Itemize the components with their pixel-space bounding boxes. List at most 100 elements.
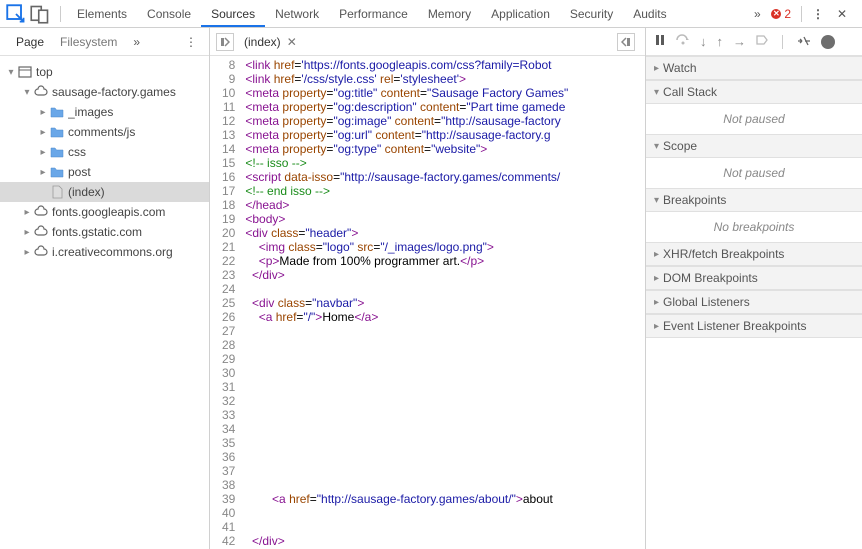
code-area[interactable]: 8910111213141516171819202122232425262728… bbox=[210, 56, 645, 549]
cloud-icon bbox=[34, 245, 48, 259]
debugger-pane-header[interactable]: ▾ Breakpoints bbox=[646, 188, 862, 212]
debugger-pane-header[interactable]: ▸ DOM Breakpoints bbox=[646, 266, 862, 290]
debugger-toolbar: ↓ ↑ → bbox=[646, 28, 862, 56]
separator bbox=[801, 6, 802, 22]
device-icon[interactable] bbox=[30, 4, 50, 24]
pane-body: Not paused bbox=[646, 158, 862, 188]
tree-item[interactable]: (index) bbox=[0, 182, 209, 202]
step-out-icon[interactable]: ↑ bbox=[717, 34, 724, 49]
panel-tab-elements[interactable]: Elements bbox=[67, 1, 137, 27]
twisty-icon[interactable]: ▸ bbox=[22, 227, 32, 238]
step-icon[interactable]: → bbox=[733, 34, 746, 49]
twisty-icon: ▸ bbox=[654, 273, 659, 284]
twisty-icon[interactable]: ▾ bbox=[6, 67, 16, 78]
twisty-icon: ▾ bbox=[654, 141, 659, 152]
panel-tab-sources[interactable]: Sources bbox=[201, 1, 265, 27]
twisty-icon[interactable]: ▸ bbox=[38, 127, 48, 138]
main-toolbar: ElementsConsoleSourcesNetworkPerformance… bbox=[0, 0, 862, 28]
sidebar-more-icon[interactable]: » bbox=[129, 31, 144, 53]
tree-item[interactable]: ▸ _images bbox=[0, 102, 209, 122]
sources-sidebar: Page Filesystem » ⋮ ▾ top ▾ sausage-factory… bbox=[0, 28, 210, 549]
nav-back-icon[interactable] bbox=[216, 33, 234, 51]
sidebar-menu-icon[interactable]: ⋮ bbox=[181, 31, 201, 53]
tree-label: fonts.googleapis.com bbox=[52, 205, 165, 219]
tree-item[interactable]: ▸ css bbox=[0, 142, 209, 162]
error-count[interactable]: ✕ 2 bbox=[771, 7, 791, 21]
pane-label: Scope bbox=[663, 139, 697, 153]
panel-tab-memory[interactable]: Memory bbox=[418, 1, 481, 27]
file-tree: ▾ top ▾ sausage-factory.games ▸ _images ▸comme… bbox=[0, 56, 209, 549]
cloud-icon bbox=[34, 225, 48, 239]
panel-tab-console[interactable]: Console bbox=[137, 1, 201, 27]
tree-label: top bbox=[36, 65, 53, 79]
twisty-icon: ▸ bbox=[654, 321, 659, 332]
nav-forward-icon[interactable] bbox=[617, 33, 635, 51]
twisty-icon: ▾ bbox=[654, 87, 659, 98]
pane-label: Global Listeners bbox=[663, 295, 750, 309]
panel-tab-audits[interactable]: Audits bbox=[623, 1, 676, 27]
pane-label: Breakpoints bbox=[663, 193, 726, 207]
window-icon bbox=[18, 65, 32, 79]
tree-label: sausage-factory.games bbox=[52, 85, 176, 99]
pane-body: No breakpoints bbox=[646, 212, 862, 242]
pause-icon[interactable] bbox=[654, 34, 666, 49]
pane-label: XHR/fetch Breakpoints bbox=[663, 247, 784, 261]
tree-label: css bbox=[68, 145, 86, 159]
tree-label: _images bbox=[68, 105, 113, 119]
tree-item[interactable]: ▾ top bbox=[0, 62, 209, 82]
tree-item[interactable]: ▸ fonts.gstatic.com bbox=[0, 222, 209, 242]
panel-tab-application[interactable]: Application bbox=[481, 1, 560, 27]
step-into-icon[interactable]: ↓ bbox=[700, 34, 707, 49]
more-tabs-icon[interactable]: » bbox=[747, 4, 767, 24]
settings-icon[interactable]: ⋮ bbox=[808, 4, 828, 24]
tree-item[interactable]: ▸ i.creativecommons.org bbox=[0, 242, 209, 262]
twisty-icon: ▸ bbox=[654, 63, 659, 74]
panel-tab-security[interactable]: Security bbox=[560, 1, 623, 27]
twisty-icon[interactable]: ▸ bbox=[22, 207, 32, 218]
tree-label: fonts.gstatic.com bbox=[52, 225, 142, 239]
twisty-icon[interactable]: ▸ bbox=[38, 107, 48, 118]
deactivate-breakpoints-icon[interactable] bbox=[756, 34, 768, 49]
pane-body: Not paused bbox=[646, 104, 862, 134]
panel-tabs: ElementsConsoleSourcesNetworkPerformance… bbox=[67, 1, 747, 27]
twisty-icon: ▾ bbox=[654, 195, 659, 206]
tree-item[interactable]: ▸ post bbox=[0, 162, 209, 182]
panel-tab-network[interactable]: Network bbox=[265, 1, 329, 27]
separator bbox=[60, 6, 61, 22]
cloud-icon bbox=[34, 205, 48, 219]
sidebar-tab-filesystem[interactable]: Filesystem bbox=[52, 31, 125, 53]
tree-label: i.creativecommons.org bbox=[52, 245, 173, 259]
error-icon: ✕ bbox=[771, 9, 781, 19]
twisty-icon[interactable]: ▸ bbox=[38, 147, 48, 158]
debugger-pane-header[interactable]: ▸Watch bbox=[646, 56, 862, 80]
debugger-pane-header[interactable]: ▾Call Stack bbox=[646, 80, 862, 104]
close-tab-icon[interactable]: ✕ bbox=[287, 35, 297, 49]
folder-icon bbox=[50, 105, 64, 119]
pause-exceptions-icon[interactable] bbox=[821, 35, 835, 49]
debugger-pane-header[interactable]: ▸XHR/fetch Breakpoints bbox=[646, 242, 862, 266]
tree-item[interactable]: ▸ fonts.googleapis.com bbox=[0, 202, 209, 222]
twisty-icon: ▸ bbox=[654, 297, 659, 308]
step-over-icon[interactable] bbox=[676, 34, 690, 49]
panel-tab-performance[interactable]: Performance bbox=[329, 1, 418, 27]
debugger-pane-header[interactable]: ▸Event Listener Breakpoints bbox=[646, 314, 862, 338]
twisty-icon[interactable]: ▸ bbox=[22, 247, 32, 258]
code-content[interactable]: <link href='https://fonts.googleapis.com… bbox=[241, 56, 568, 549]
async-icon[interactable] bbox=[797, 34, 811, 49]
close-icon[interactable]: ✕ bbox=[832, 4, 852, 24]
twisty-icon[interactable]: ▸ bbox=[38, 167, 48, 178]
tree-item[interactable]: ▸comments/js bbox=[0, 122, 209, 142]
file-icon bbox=[50, 185, 64, 199]
tree-item[interactable]: ▾ sausage-factory.games bbox=[0, 82, 209, 102]
pane-label: DOM Breakpoints bbox=[663, 271, 758, 285]
editor-tab-index[interactable]: (index) ✕ bbox=[238, 31, 303, 53]
sidebar-tabs: Page Filesystem » ⋮ bbox=[0, 28, 209, 56]
debugger-pane-header[interactable]: ▾ Scope bbox=[646, 134, 862, 158]
twisty-icon[interactable]: ▾ bbox=[22, 87, 32, 98]
debugger-pane-header[interactable]: ▸ Global Listeners bbox=[646, 290, 862, 314]
sidebar-tab-page[interactable]: Page bbox=[8, 31, 52, 53]
inspect-icon[interactable] bbox=[6, 4, 26, 24]
folder-icon bbox=[50, 165, 64, 179]
tree-label: post bbox=[68, 165, 91, 179]
folder-icon bbox=[50, 125, 64, 139]
